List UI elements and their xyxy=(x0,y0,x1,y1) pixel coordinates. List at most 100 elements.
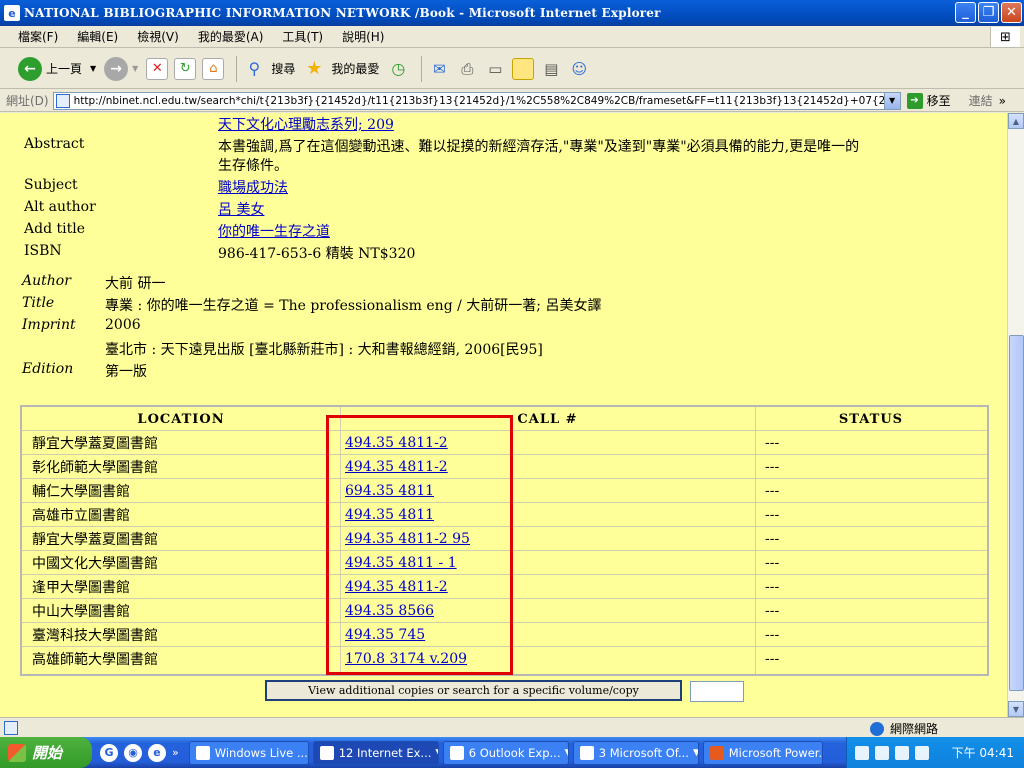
start-button[interactable]: 開始 xyxy=(0,737,92,768)
scroll-thumb[interactable] xyxy=(1009,335,1024,691)
abstract-text-2: 生存條件。 xyxy=(218,158,288,174)
favorites-button[interactable]: ★ 我的最愛 xyxy=(303,58,379,80)
links-chevron-icon[interactable]: » xyxy=(999,94,1006,108)
location-cell: 靜宜大學蓋夏圖書館 xyxy=(32,532,158,548)
links-button[interactable]: 連結 xyxy=(969,92,993,109)
task-internet-explorer[interactable]: 12 Internet Ex... ▼ xyxy=(312,740,439,765)
quicklaunch-ie-icon[interactable]: e xyxy=(148,743,166,762)
favorites-label: 我的最愛 xyxy=(331,62,380,76)
windows-live-icon xyxy=(195,745,210,760)
forward-arrow-icon: → xyxy=(104,56,129,81)
office-icon xyxy=(579,745,594,760)
location-cell: 逢甲大學圖書館 xyxy=(32,580,130,596)
edition-value: 第一版 xyxy=(105,364,147,380)
quicklaunch-media-icon[interactable]: ◉ xyxy=(124,743,142,762)
print-icon[interactable]: ⎙ xyxy=(456,58,478,80)
research-icon[interactable]: ▤ xyxy=(540,58,562,80)
forward-dropdown-icon: ▼ xyxy=(132,64,139,73)
task-outlook-express[interactable]: 6 Outlook Exp... ▼ xyxy=(442,740,569,765)
go-label: 移至 xyxy=(926,94,951,108)
search-label: 搜尋 xyxy=(271,62,296,76)
edition-label: Edition xyxy=(22,361,74,377)
restore-button[interactable]: ❐ xyxy=(978,2,999,23)
status-cell: --- xyxy=(765,531,780,547)
mail-icon[interactable]: ✉ xyxy=(428,58,450,80)
ie-task-icon xyxy=(319,745,334,760)
back-dropdown-icon[interactable]: ▼ xyxy=(90,64,96,73)
zone-label: 網際網路 xyxy=(890,722,939,736)
back-button[interactable]: ← 上一頁 ▼ xyxy=(18,56,96,81)
search-button[interactable]: ⚲ 搜尋 xyxy=(243,58,295,80)
task-windows-live[interactable]: Windows Live ... xyxy=(188,740,309,765)
toolbar-separator xyxy=(236,55,238,82)
messenger-icon[interactable]: ☺ xyxy=(568,58,590,80)
stop-icon[interactable]: ✕ xyxy=(146,57,169,80)
history-icon[interactable]: ◷ xyxy=(387,58,409,80)
scroll-up-icon[interactable]: ▲ xyxy=(1008,113,1024,129)
series-link[interactable]: 天下文化心理勵志系列; 209 xyxy=(218,114,394,134)
address-url: http://nbinet.ncl.edu.tw/search*chi/t{21… xyxy=(73,94,901,107)
location-cell: 彰化師範大學圖書館 xyxy=(32,460,158,476)
start-label: 開始 xyxy=(32,744,63,762)
globe-icon xyxy=(870,721,884,736)
edit-icon[interactable]: ▭ xyxy=(484,58,506,80)
author-label: Author xyxy=(22,273,71,289)
menu-view[interactable]: 檢視(V) xyxy=(137,28,179,45)
home-icon[interactable]: ⌂ xyxy=(202,57,225,80)
header-location: LOCATION xyxy=(137,411,225,427)
header-status: STATUS xyxy=(838,411,904,427)
note-icon[interactable] xyxy=(512,57,535,80)
status-cell: --- xyxy=(765,459,780,475)
menu-edit[interactable]: 編輯(E) xyxy=(77,28,118,45)
subject-link[interactable]: 職場成功法 xyxy=(218,177,288,197)
view-additional-copies-button[interactable]: View additional copies or search for a s… xyxy=(265,680,682,701)
menu-tools[interactable]: 工具(T) xyxy=(282,28,323,45)
task-group-caret-icon: ▼ xyxy=(431,748,437,758)
task-powerpoint[interactable]: Microsoft Power... xyxy=(702,740,823,765)
status-cell: --- xyxy=(765,627,780,643)
keyboard-icon[interactable] xyxy=(855,745,869,760)
search-icon: ⚲ xyxy=(248,59,261,78)
status-cell: --- xyxy=(765,651,780,667)
status-cell: --- xyxy=(765,579,780,595)
toolbar-separator xyxy=(421,55,423,82)
status-cell: --- xyxy=(765,507,780,523)
quicklaunch-app-icon[interactable]: G xyxy=(100,743,118,762)
menu-help[interactable]: 說明(H) xyxy=(342,28,384,45)
scroll-down-icon[interactable]: ▼ xyxy=(1008,701,1024,717)
status-cell: --- xyxy=(765,603,780,619)
status-bar: 網際網路 xyxy=(0,717,1024,737)
task-group-caret-icon: ▼ xyxy=(689,748,698,758)
network-icon[interactable] xyxy=(915,745,929,760)
location-cell: 中國文化大學圖書館 xyxy=(32,556,158,572)
subject-label: Subject xyxy=(24,177,78,193)
location-cell: 輔仁大學圖書館 xyxy=(32,484,130,500)
volume-input[interactable] xyxy=(690,681,744,702)
windows-logo-icon: ⊞ xyxy=(990,27,1020,47)
go-button[interactable]: ➔ 移至 xyxy=(906,92,951,109)
addtitle-link[interactable]: 你的唯一生存之道 xyxy=(218,221,330,241)
menu-favorites[interactable]: 我的最愛(A) xyxy=(198,28,264,45)
title-bar: e NATIONAL BIBLIOGRAPHIC INFORMATION NET… xyxy=(0,0,1024,26)
window-title: NATIONAL BIBLIOGRAPHIC INFORMATION NETWO… xyxy=(24,6,661,20)
menu-file[interactable]: 檔案(F) xyxy=(18,28,58,45)
location-cell: 靜宜大學蓋夏圖書館 xyxy=(32,436,158,452)
refresh-icon[interactable]: ↻ xyxy=(174,57,197,80)
abstract-text-1: 本書強調,爲了在這個變動迅速、難以捉摸的新經濟存活,"專業"及達到"專業"必須具… xyxy=(218,139,860,155)
address-bar: 網址(D) http://nbinet.ncl.edu.tw/search*ch… xyxy=(0,90,1024,112)
quicklaunch-more-icon[interactable]: » xyxy=(172,746,179,759)
close-button[interactable]: ✕ xyxy=(1001,2,1022,23)
back-tray-icon[interactable] xyxy=(895,745,909,760)
star-icon: ★ xyxy=(306,58,323,79)
task-microsoft-office[interactable]: 3 Microsoft Of... ▼ xyxy=(572,740,699,765)
ie-icon: e xyxy=(4,5,20,21)
address-dropdown-icon[interactable]: ▼ xyxy=(883,92,900,109)
help-icon[interactable] xyxy=(875,745,889,760)
address-input[interactable]: http://nbinet.ncl.edu.tw/search*chi/t{21… xyxy=(52,91,901,110)
windows-flag-icon xyxy=(8,743,26,762)
forward-button[interactable]: → ▼ xyxy=(104,56,139,81)
minimize-button[interactable]: _ xyxy=(955,2,976,23)
vertical-scrollbar[interactable]: ▲ ▼ xyxy=(1007,113,1024,717)
location-cell: 高雄師範大學圖書館 xyxy=(32,652,158,668)
altauthor-link[interactable]: 呂 美女 xyxy=(218,199,264,219)
